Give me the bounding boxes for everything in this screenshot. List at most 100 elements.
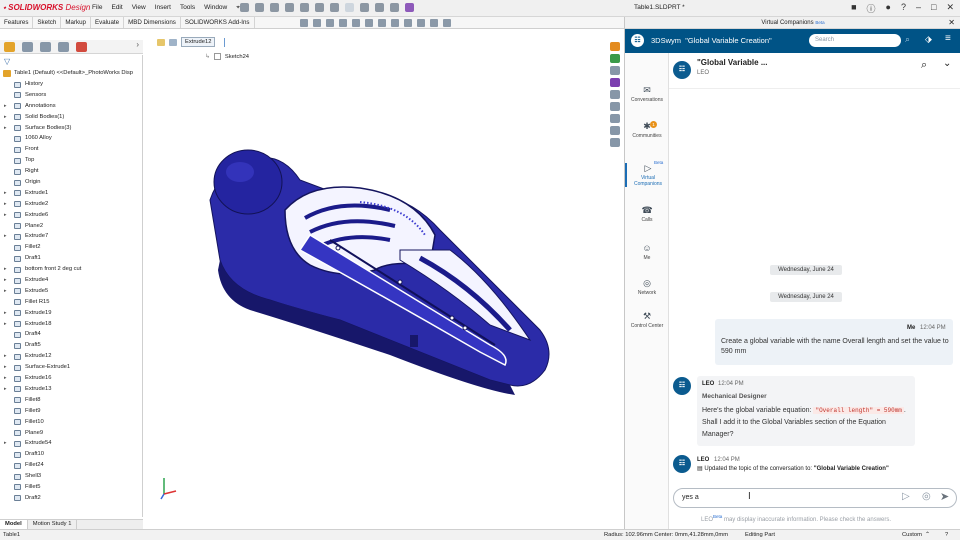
tree-item[interactable]: Fillet R15 [0, 297, 142, 308]
tree-item[interactable]: ▸ Extrude12 [0, 351, 142, 362]
menu-edit[interactable]: Edit [111, 4, 122, 12]
expand-arrow-icon[interactable]: ▸ [4, 319, 7, 330]
expand-arrow-icon[interactable]: ▸ [4, 362, 7, 373]
tab-markup[interactable]: Markup [61, 17, 91, 28]
tree-item[interactable]: Plane2 [0, 221, 142, 232]
breadcrumb-feature[interactable]: Extrude12 [181, 37, 216, 47]
tag-icon[interactable]: ⬗ [925, 34, 932, 45]
tree-item[interactable]: ▸ Extrude54 [0, 438, 142, 449]
undo-icon[interactable] [315, 3, 324, 12]
tree-item[interactable]: Fillet8 [0, 395, 142, 406]
tree-item[interactable]: ▸ Surface Bodies(3) [0, 123, 142, 134]
expand-arrow-icon[interactable]: ▸ [4, 123, 7, 134]
tree-item[interactable]: Fillet5 [0, 482, 142, 493]
display-manager-icon[interactable] [76, 42, 87, 52]
swym-search-icon[interactable]: ⌕ [905, 34, 910, 45]
tree-item[interactable]: Fillet24 [0, 460, 142, 471]
expand-arrow-icon[interactable]: ▸ [4, 351, 7, 362]
expand-arrow-icon[interactable]: ▸ [4, 384, 7, 395]
nav-virtual-companions[interactable]: ▷ Beta Virtual Companions [625, 160, 669, 187]
help-question-icon[interactable]: ? [901, 2, 906, 15]
menu-window[interactable]: Window [204, 4, 227, 12]
dynamic-annotation-icon[interactable] [352, 19, 360, 27]
user-avatar[interactable]: ● [886, 2, 891, 15]
display-monitor-icon[interactable] [443, 19, 451, 27]
tab-sketch[interactable]: Sketch [33, 17, 62, 28]
companion-tab-icon[interactable] [610, 138, 620, 147]
chat-chevron-down-icon[interactable]: ⌄ [943, 58, 951, 69]
nav-me[interactable]: ☺ Me [625, 243, 669, 261]
expand-arrow-icon[interactable]: ▸ [4, 286, 7, 297]
rebuild-icon[interactable] [360, 3, 369, 12]
view-settings-icon[interactable] [430, 19, 438, 27]
tree-item[interactable]: ▸ Extrude16 [0, 373, 142, 384]
expand-arrow-icon[interactable]: ▸ [4, 231, 7, 242]
minimize-icon[interactable]: – [916, 2, 921, 15]
tree-item[interactable]: Draft2 [0, 493, 142, 504]
appearances-icon[interactable] [610, 102, 620, 111]
zoom-area-icon[interactable] [313, 19, 321, 27]
configuration-manager-icon[interactable] [40, 42, 51, 52]
breadcrumb-part-icon[interactable] [157, 38, 165, 46]
tree-item[interactable]: Plane9 [0, 428, 142, 439]
view-orientation-icon[interactable] [365, 19, 373, 27]
expand-arrow-icon[interactable]: ▸ [4, 199, 7, 210]
tree-item[interactable]: Sensors [0, 90, 142, 101]
open-file-icon[interactable] [270, 3, 279, 12]
tree-item[interactable]: ▸ Surface-Extrude1 [0, 362, 142, 373]
tree-item[interactable]: ▸ Extrude13 [0, 384, 142, 395]
help-icon[interactable]: ⓘ [867, 2, 876, 15]
menu-view[interactable]: View [132, 4, 146, 12]
tree-item[interactable]: Fillet10 [0, 417, 142, 428]
units-chevron-icon[interactable]: ⌃ [925, 530, 930, 540]
tree-item[interactable]: ▸ Extrude6 [0, 210, 142, 221]
new-file-icon[interactable] [255, 3, 264, 12]
display-style-icon[interactable] [378, 19, 386, 27]
tree-item[interactable]: ▸ Extrude2 [0, 199, 142, 210]
tree-item[interactable]: ▸ Extrude4 [0, 275, 142, 286]
view-palette-icon[interactable] [610, 90, 620, 99]
tree-item[interactable]: ▸ Extrude7 [0, 231, 142, 242]
send-icon[interactable]: ➤ [940, 490, 949, 503]
tree-item[interactable]: ▸ Extrude5 [0, 286, 142, 297]
macro-icon[interactable] [405, 3, 414, 12]
panel-close-icon[interactable]: ✕ [948, 17, 955, 29]
redo-icon[interactable] [330, 3, 339, 12]
part-model-render[interactable] [190, 140, 560, 400]
tree-item[interactable]: Fillet2 [0, 242, 142, 253]
macro-tab-icon[interactable] [610, 78, 620, 87]
menu-tools[interactable]: Tools [180, 4, 195, 12]
nav-network[interactable]: ◎ Network [625, 278, 669, 296]
home-icon[interactable] [240, 3, 249, 12]
3dexperience-icon[interactable] [610, 126, 620, 135]
select-icon[interactable] [345, 3, 354, 12]
expand-arrow-icon[interactable]: ▸ [4, 101, 7, 112]
expand-arrow-icon[interactable]: ▸ [4, 373, 7, 384]
tree-item[interactable]: 1060 Alloy [0, 133, 142, 144]
save-icon[interactable] [285, 3, 294, 12]
tree-item[interactable]: ▸ Solid Bodies(1) [0, 112, 142, 123]
message-input-value[interactable]: yes a [682, 494, 699, 501]
property-manager-icon[interactable] [22, 42, 33, 52]
breadcrumb-sketch[interactable]: ↳ Sketch24 [205, 53, 249, 60]
menu-insert[interactable]: Insert [155, 4, 171, 12]
zoom-to-fit-icon[interactable] [300, 19, 308, 27]
tab-motion-study[interactable]: Motion Study 1 [28, 520, 78, 529]
tab-model[interactable]: Model [0, 520, 28, 529]
status-units[interactable]: Custom [902, 530, 922, 540]
expand-arrow-icon[interactable]: ▸ [4, 112, 7, 123]
tree-item[interactable]: Origin [0, 177, 142, 188]
tree-item[interactable]: ▸ Extrude19 [0, 308, 142, 319]
nav-communities[interactable]: ✱ 1 Communities [625, 121, 669, 139]
message-input[interactable]: yes a I ▷ ◎ ➤ [673, 488, 957, 508]
tree-item[interactable]: Draft1 [0, 253, 142, 264]
tree-item[interactable]: History [0, 79, 142, 90]
design-library-icon[interactable] [610, 54, 620, 63]
panel-menu-icon[interactable]: ≡ [945, 33, 951, 44]
tab-evaluate[interactable]: Evaluate [91, 17, 125, 28]
tree-item[interactable]: Front [0, 144, 142, 155]
edit-appearance-icon[interactable] [404, 19, 412, 27]
tree-item[interactable]: Fillet9 [0, 406, 142, 417]
section-view-icon[interactable] [339, 19, 347, 27]
solidworks-logo[interactable]: ⬩ SOLIDWORKS Design [3, 3, 90, 13]
